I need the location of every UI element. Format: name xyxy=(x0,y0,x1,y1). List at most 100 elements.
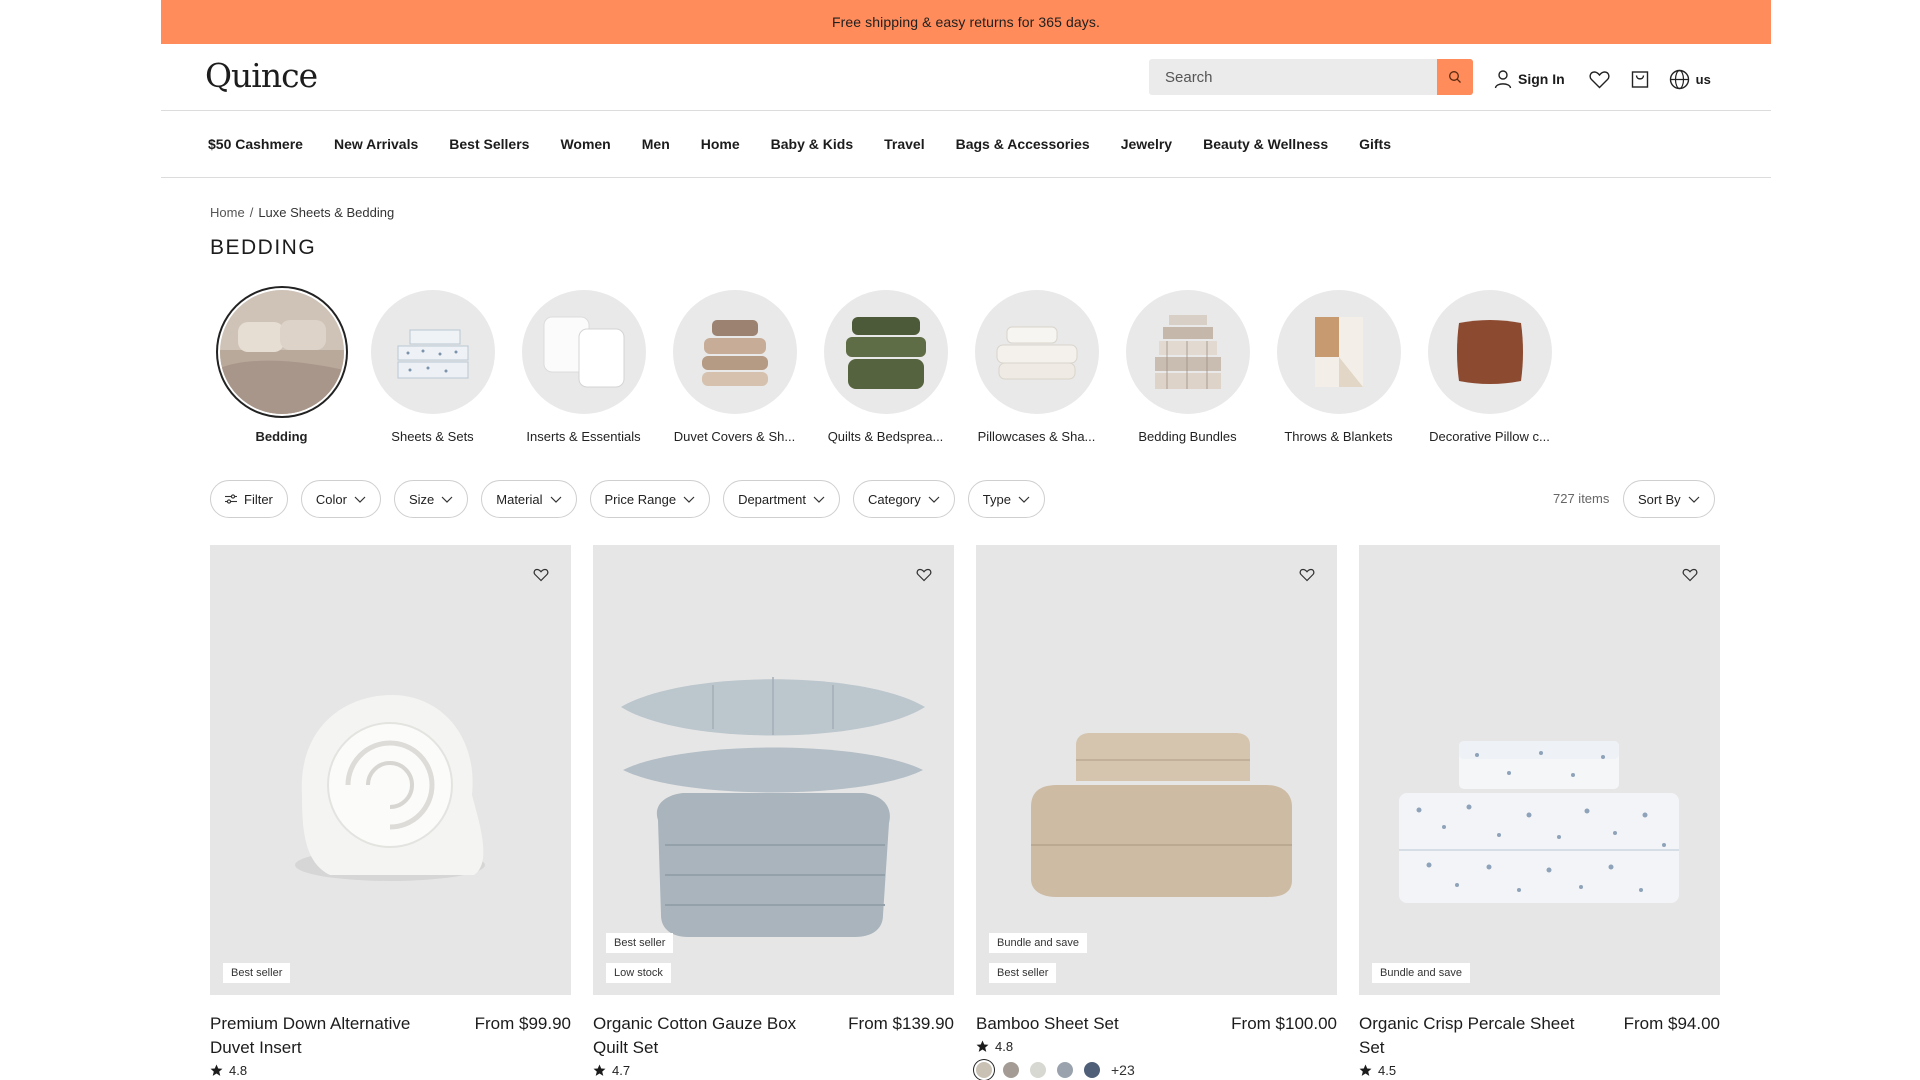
filter-material[interactable]: Material xyxy=(481,480,577,518)
product-card[interactable]: Bundle and save Best seller Bamboo Sheet… xyxy=(976,545,1337,1078)
breadcrumb-current: Luxe Sheets & Bedding xyxy=(258,205,395,220)
product-card[interactable]: Bundle and save Organic Crisp Percale Sh… xyxy=(1359,545,1720,1078)
product-image[interactable]: Bundle and save Best seller xyxy=(976,545,1337,995)
shopping-bag-icon xyxy=(1631,71,1648,88)
more-colors[interactable]: +23 xyxy=(1111,1062,1135,1078)
nav-item-home[interactable]: Home xyxy=(701,136,740,152)
product-grid: Best seller Premium Down Alternative Duv… xyxy=(210,545,1720,1078)
chevron-down-icon xyxy=(813,496,825,503)
nav-item-new-arrivals[interactable]: New Arrivals xyxy=(334,136,418,152)
color-swatch[interactable] xyxy=(1057,1062,1073,1078)
heart-icon[interactable] xyxy=(1299,567,1315,583)
category-label: Bedding Bundles xyxy=(1138,429,1237,444)
breadcrumb-separator: / xyxy=(249,205,254,220)
category-bedding-bundles[interactable]: Bedding Bundles xyxy=(1112,290,1263,444)
filter-size[interactable]: Size xyxy=(393,480,469,518)
main-nav: $50 Cashmere New Arrivals Best Sellers W… xyxy=(161,111,1771,178)
heart-icon[interactable] xyxy=(533,567,549,583)
product-name[interactable]: Bamboo Sheet Set xyxy=(976,1012,1196,1036)
search-button[interactable] xyxy=(1437,59,1473,95)
nav-item-women[interactable]: Women xyxy=(560,136,610,152)
chevron-down-icon xyxy=(683,496,695,503)
duvet-insert-image xyxy=(295,695,485,881)
filter-category[interactable]: Category xyxy=(852,480,955,518)
product-info: Organic Cotton Gauze Box Quilt Set From … xyxy=(593,1012,954,1060)
filter-button[interactable]: Filter xyxy=(210,480,288,518)
category-label: Bedding xyxy=(255,429,308,444)
product-info: Premium Down Alternative Duvet Insert Fr… xyxy=(210,1012,571,1060)
nav-item-jewelry[interactable]: Jewelry xyxy=(1121,136,1172,152)
category-image xyxy=(974,290,1099,414)
category-image xyxy=(1125,290,1250,414)
category-label: Inserts & Essentials xyxy=(526,429,641,444)
star-icon xyxy=(210,1064,223,1076)
heart-icon xyxy=(1589,70,1610,88)
globe-icon xyxy=(1669,69,1689,89)
product-image[interactable]: Best seller xyxy=(210,545,571,995)
product-price: From $99.90 xyxy=(474,1014,571,1033)
filter-price-range[interactable]: Price Range xyxy=(589,480,711,518)
nav-item-gifts[interactable]: Gifts xyxy=(1359,136,1391,152)
product-price: From $94.00 xyxy=(1623,1014,1720,1033)
category-sheets-sets[interactable]: Sheets & Sets xyxy=(357,290,508,444)
category-bedding[interactable]: Bedding xyxy=(206,290,357,444)
filter-label: Category xyxy=(867,491,921,507)
heart-icon[interactable] xyxy=(916,567,932,583)
filter-type[interactable]: Type xyxy=(967,480,1045,518)
filter-department[interactable]: Department xyxy=(723,480,840,518)
page-frame: Free shipping & easy returns for 365 day… xyxy=(161,0,1771,1080)
filter-bar: Filter Color Size Material Price Range D… xyxy=(210,480,1045,518)
color-swatch[interactable] xyxy=(1003,1062,1019,1078)
cart-button[interactable] xyxy=(1629,68,1651,90)
user-icon xyxy=(1494,70,1512,89)
locale-label: us xyxy=(1695,71,1711,87)
category-throws-blankets[interactable]: Throws & Blankets xyxy=(1263,290,1414,444)
nav-item-men[interactable]: Men xyxy=(642,136,670,152)
category-pillowcases-shams[interactable]: Pillowcases & Sha... xyxy=(961,290,1112,444)
category-image xyxy=(219,290,344,414)
sign-in-button[interactable]: Sign In xyxy=(1494,69,1565,89)
category-quilts-bedspreads[interactable]: Quilts & Bedsprea... xyxy=(810,290,961,444)
category-duvet-covers[interactable]: Duvet Covers & Sh... xyxy=(659,290,810,444)
sort-button[interactable]: Sort By xyxy=(1623,480,1715,518)
color-swatch[interactable] xyxy=(976,1062,992,1078)
promo-text: Free shipping & easy returns for 365 day… xyxy=(831,14,1100,30)
filter-label: Material xyxy=(496,491,543,507)
color-swatches: +23 xyxy=(976,1062,1337,1078)
heart-icon[interactable] xyxy=(1682,567,1698,583)
product-image[interactable]: Bundle and save xyxy=(1359,545,1720,995)
badge: Bundle and save xyxy=(989,933,1087,953)
nav-item-travel[interactable]: Travel xyxy=(884,136,924,152)
filter-label: Size xyxy=(408,491,435,507)
product-name[interactable]: Organic Crisp Percale Sheet Set xyxy=(1359,1012,1579,1060)
product-card[interactable]: Best seller Premium Down Alternative Duv… xyxy=(210,545,571,1078)
wishlist-button[interactable] xyxy=(1589,68,1611,90)
promo-banner[interactable]: Free shipping & easy returns for 365 day… xyxy=(161,0,1771,44)
nav-item-best-sellers[interactable]: Best Sellers xyxy=(449,136,529,152)
nav-item-baby-kids[interactable]: Baby & Kids xyxy=(771,136,853,152)
category-label: Duvet Covers & Sh... xyxy=(673,429,796,444)
rating-value: 4.7 xyxy=(612,1063,631,1078)
filter-color[interactable]: Color xyxy=(300,480,381,518)
product-image[interactable]: Best seller Low stock xyxy=(593,545,954,995)
product-name[interactable]: Organic Cotton Gauze Box Quilt Set xyxy=(593,1012,813,1060)
search-input[interactable] xyxy=(1149,59,1437,95)
product-card[interactable]: Best seller Low stock Organic Cotton Gau… xyxy=(593,545,954,1078)
product-name[interactable]: Premium Down Alternative Duvet Insert xyxy=(210,1012,430,1060)
page-title: BEDDING xyxy=(210,236,317,259)
nav-item-beauty-wellness[interactable]: Beauty & Wellness xyxy=(1203,136,1328,152)
locale-selector[interactable]: us xyxy=(1669,69,1711,90)
nav-item-cashmere[interactable]: $50 Cashmere xyxy=(208,136,303,152)
badge-stack: Bundle and save Best seller xyxy=(989,933,1087,983)
badge-stack: Bundle and save xyxy=(1372,963,1470,983)
color-swatch[interactable] xyxy=(1084,1062,1100,1078)
logo[interactable]: Quince xyxy=(205,56,318,95)
category-inserts-essentials[interactable]: Inserts & Essentials xyxy=(508,290,659,444)
color-swatch[interactable] xyxy=(1030,1062,1046,1078)
rating-value: 4.8 xyxy=(229,1063,248,1078)
badge-stack: Best seller xyxy=(223,963,291,983)
product-info: Bamboo Sheet Set From $100.00 xyxy=(976,1012,1337,1036)
nav-item-bags-accessories[interactable]: Bags & Accessories xyxy=(956,136,1090,152)
breadcrumb-home[interactable]: Home xyxy=(210,205,245,220)
category-decorative-pillows[interactable]: Decorative Pillow c... xyxy=(1414,290,1565,444)
